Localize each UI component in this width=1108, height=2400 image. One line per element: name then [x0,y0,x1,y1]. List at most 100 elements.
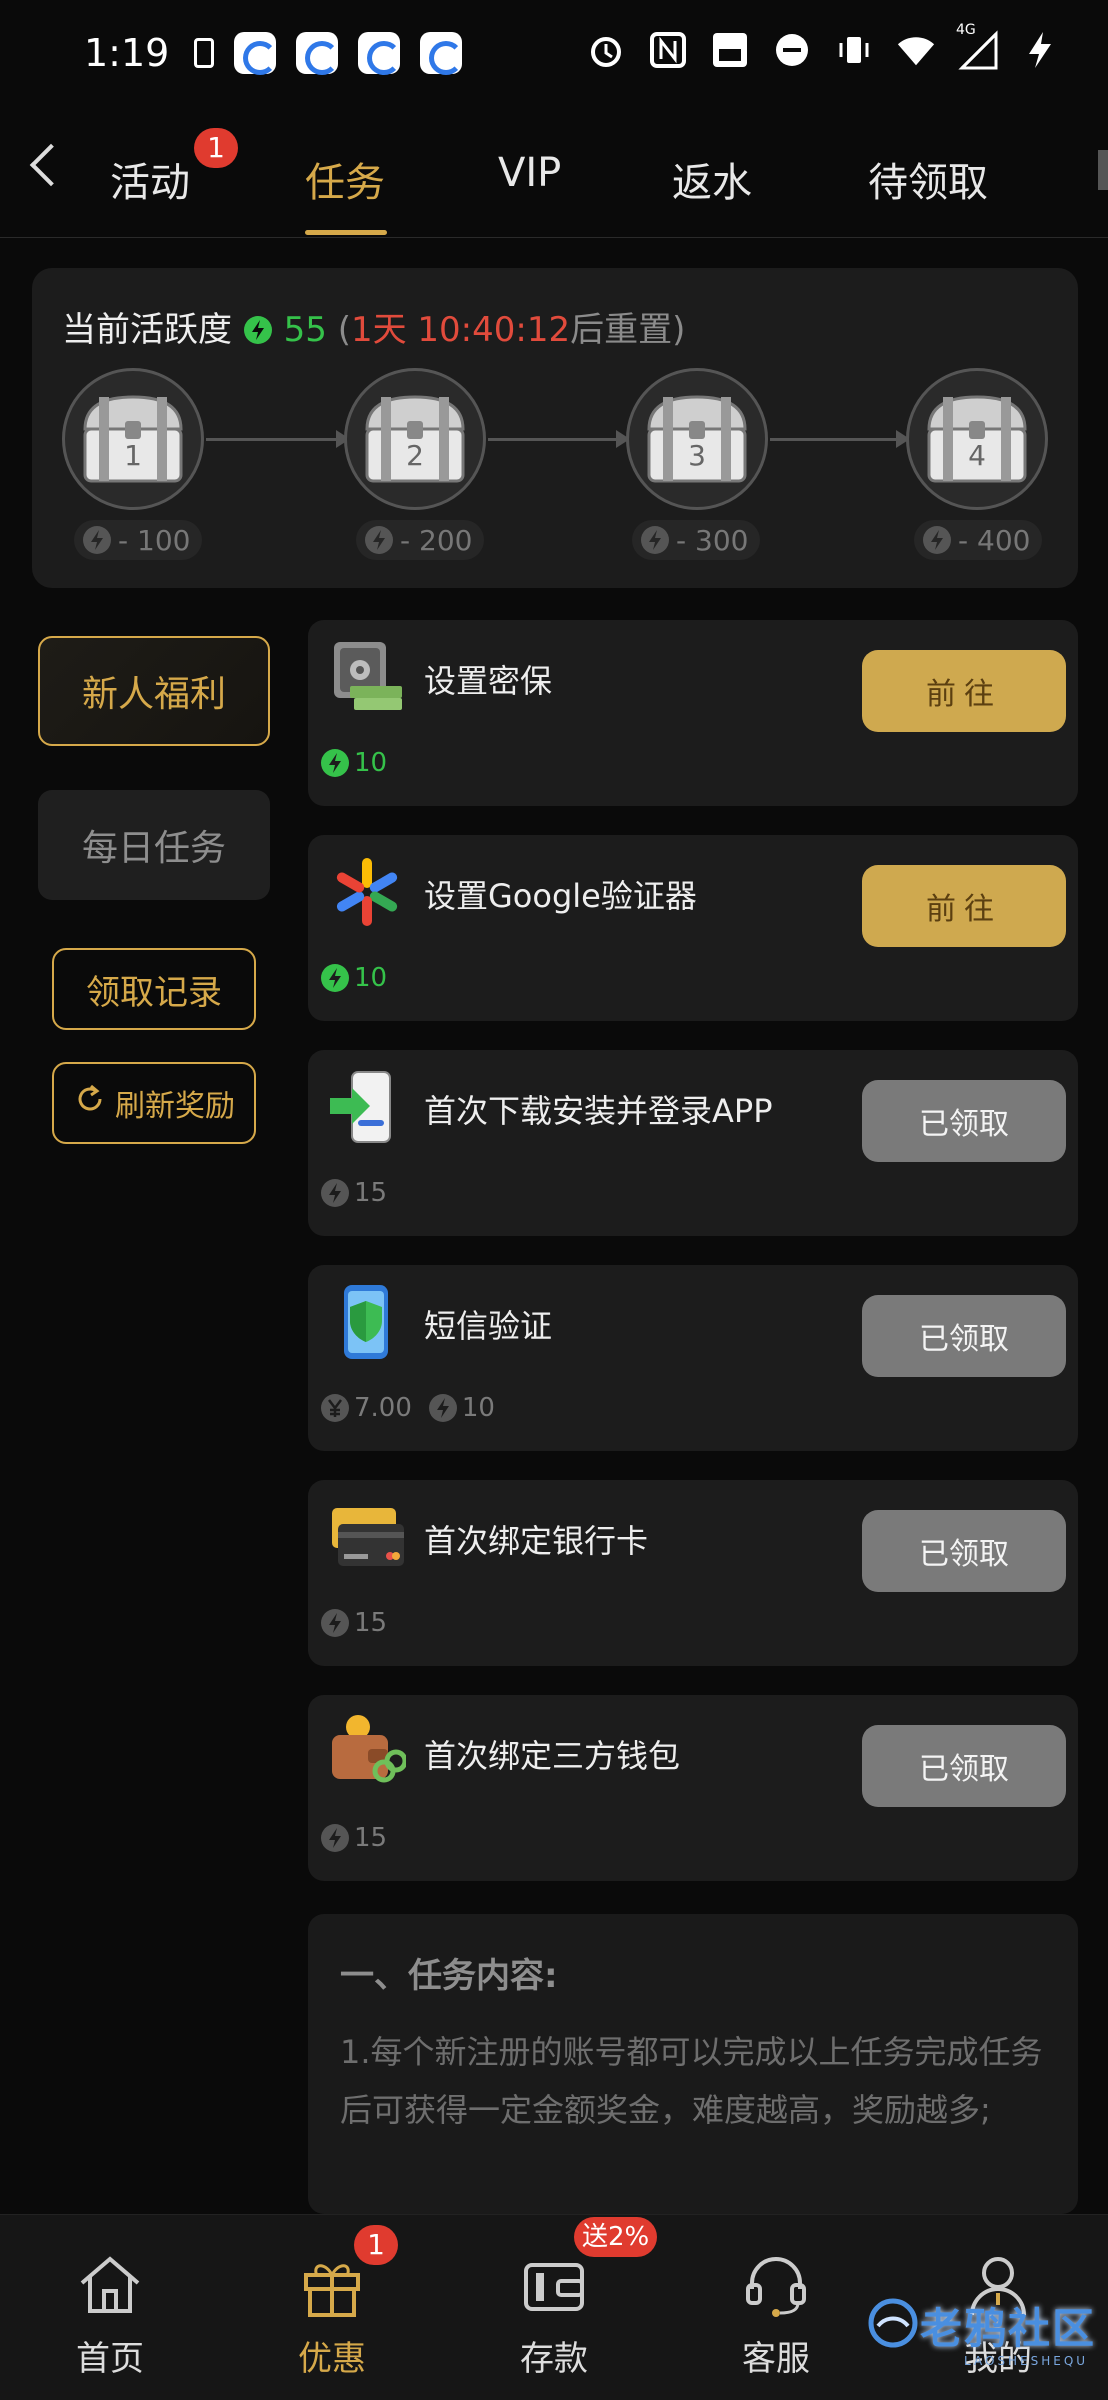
task-card: 首次绑定三方钱包 15 已领取 [308,1695,1078,1881]
treasure-chest-4[interactable]: 4 [906,368,1048,510]
tab-activity-badge: 1 [194,128,238,168]
app-notification-icon [296,32,339,75]
activity-title: 当前活跃度 [62,310,232,350]
nav-home-label: 首页 [76,2339,144,2379]
chest-requirement: - 100 [74,520,203,560]
watermark-text: 老鸦社区 [920,2303,1097,2353]
claimed-button[interactable]: 已领取 [862,1080,1066,1162]
claimed-button-label: 已领取 [919,1107,1009,1142]
app-notification-icon [358,32,401,75]
newcomer-welfare-label: 新人福利 [81,674,226,715]
chest-icon: 2 [359,391,471,487]
nav-home[interactable]: 首页 [30,2215,190,2400]
chest-icon: 1 [77,391,189,487]
bolt-icon [922,525,952,555]
refresh-rewards-button[interactable]: 刷新奖励 [52,1062,256,1144]
bolt-icon [320,1178,350,1208]
task-title: 首次下载安装并登录APP [424,1092,773,1130]
back-arrow-icon[interactable] [29,143,73,187]
chest-requirement-value: - 400 [958,523,1031,557]
wifi-icon [896,30,936,70]
bank-card-icon [328,1498,406,1576]
treasure-chest-2[interactable]: 2 [344,368,486,510]
signal-icon: 4G [956,22,998,70]
nav-deposit-label: 存款 [520,2339,588,2379]
claimed-button[interactable]: 已领取 [862,1510,1066,1592]
bolt-icon [364,525,394,555]
app-notification-icon [234,32,277,75]
chest-requirement: - 400 [914,520,1043,560]
charging-icon [1020,30,1060,70]
go-button-label: 前往 [926,677,1002,712]
chest-requirement-value: - 300 [676,523,749,557]
task-reward: 15 [320,1608,397,1638]
task-reward: 15 [320,1178,397,1208]
bolt-icon [320,748,350,778]
reset-open-paren: ( [337,310,351,350]
chest-requirement-value: - 100 [118,523,191,557]
tab-vip-label: VIP [498,150,562,196]
task-reward: 10 [320,963,397,993]
tab-vip[interactable]: VIP [498,150,561,196]
bolt-icon [320,1823,350,1853]
claimed-button[interactable]: 已领取 [862,1725,1066,1807]
tab-tasks[interactable]: 任务 [305,150,385,208]
treasure-chest-1[interactable]: 1 [62,368,204,510]
task-card: 设置密保 10 前往 [308,620,1078,806]
bolt-icon [428,1393,458,1423]
reward-item: 15 [320,1608,387,1638]
claim-records-label: 领取记录 [86,972,222,1013]
top-tab-bar: 活动 1 任务 VIP 返水 待领取 [0,106,1108,238]
bolt-icon [320,1608,350,1638]
reward-item: 7.00 [320,1393,412,1423]
dnd-icon [772,30,812,70]
description-text: 1.每个新注册的账号都可以完成以上任务完成任务后可获得一定金额奖金，难度越高，奖… [340,2033,1043,2129]
chest-icon: 4 [921,391,1033,487]
go-button[interactable]: 前往 [862,650,1066,732]
chest-number: 4 [968,439,986,472]
daily-tasks-button[interactable]: 每日任务 [38,790,270,900]
task-description: 一、任务内容: 1.每个新注册的账号都可以完成以上任务完成任务后可获得一定金额奖… [308,1914,1078,2214]
tab-rebate[interactable]: 返水 [672,150,752,208]
google-authenticator-icon [328,853,406,931]
tab-pending-label: 待领取 [868,160,988,206]
phone-shield-icon [328,1283,406,1361]
treasure-chest-3[interactable]: 3 [626,368,768,510]
task-title: 设置密保 [424,662,553,700]
alarm-icon [586,30,626,70]
claim-records-button[interactable]: 领取记录 [52,948,256,1030]
vibrate-icon [834,30,874,70]
reward-value: 15 [354,1178,388,1208]
claimed-button-label: 已领取 [919,1537,1009,1572]
task-title: 首次绑定三方钱包 [424,1737,681,1775]
watermark-subtext: LAOSHESHEQU [964,2354,1089,2368]
go-button[interactable]: 前往 [862,865,1066,947]
phone-download-icon [328,1068,406,1146]
tab-pending[interactable]: 待领取 [868,150,988,208]
reward-item: 10 [428,1393,495,1423]
chest-number: 1 [124,439,142,472]
dragon-logo-icon [866,2296,920,2354]
reward-value: 10 [461,1393,495,1423]
chest-connector [488,430,630,448]
task-card: 首次下载安装并登录APP 15 已领取 [308,1050,1078,1236]
refresh-icon [73,1082,107,1124]
refresh-rewards-label: 刷新奖励 [115,1089,235,1124]
description-heading: 一、任务内容: [340,1956,558,1996]
tab-activity[interactable]: 活动 [110,150,190,208]
newcomer-welfare-button[interactable]: 新人福利 [38,636,270,746]
status-time: 1:19 [84,31,170,75]
nav-support[interactable]: 客服 [696,2215,856,2400]
go-button-label: 前往 [926,892,1002,927]
chest-connector [770,430,910,448]
task-title: 首次绑定银行卡 [424,1522,649,1560]
task-reward: 7.00 10 [320,1393,505,1423]
headset-icon [740,2249,812,2321]
task-card: 首次绑定银行卡 15 已领取 [308,1480,1078,1666]
claimed-button[interactable]: 已领取 [862,1295,1066,1377]
volte-icon [710,30,750,70]
reward-value: 7.00 [354,1393,412,1423]
chest-connector [206,430,350,448]
task-title: 短信验证 [424,1307,553,1345]
reward-value: 10 [354,963,388,993]
